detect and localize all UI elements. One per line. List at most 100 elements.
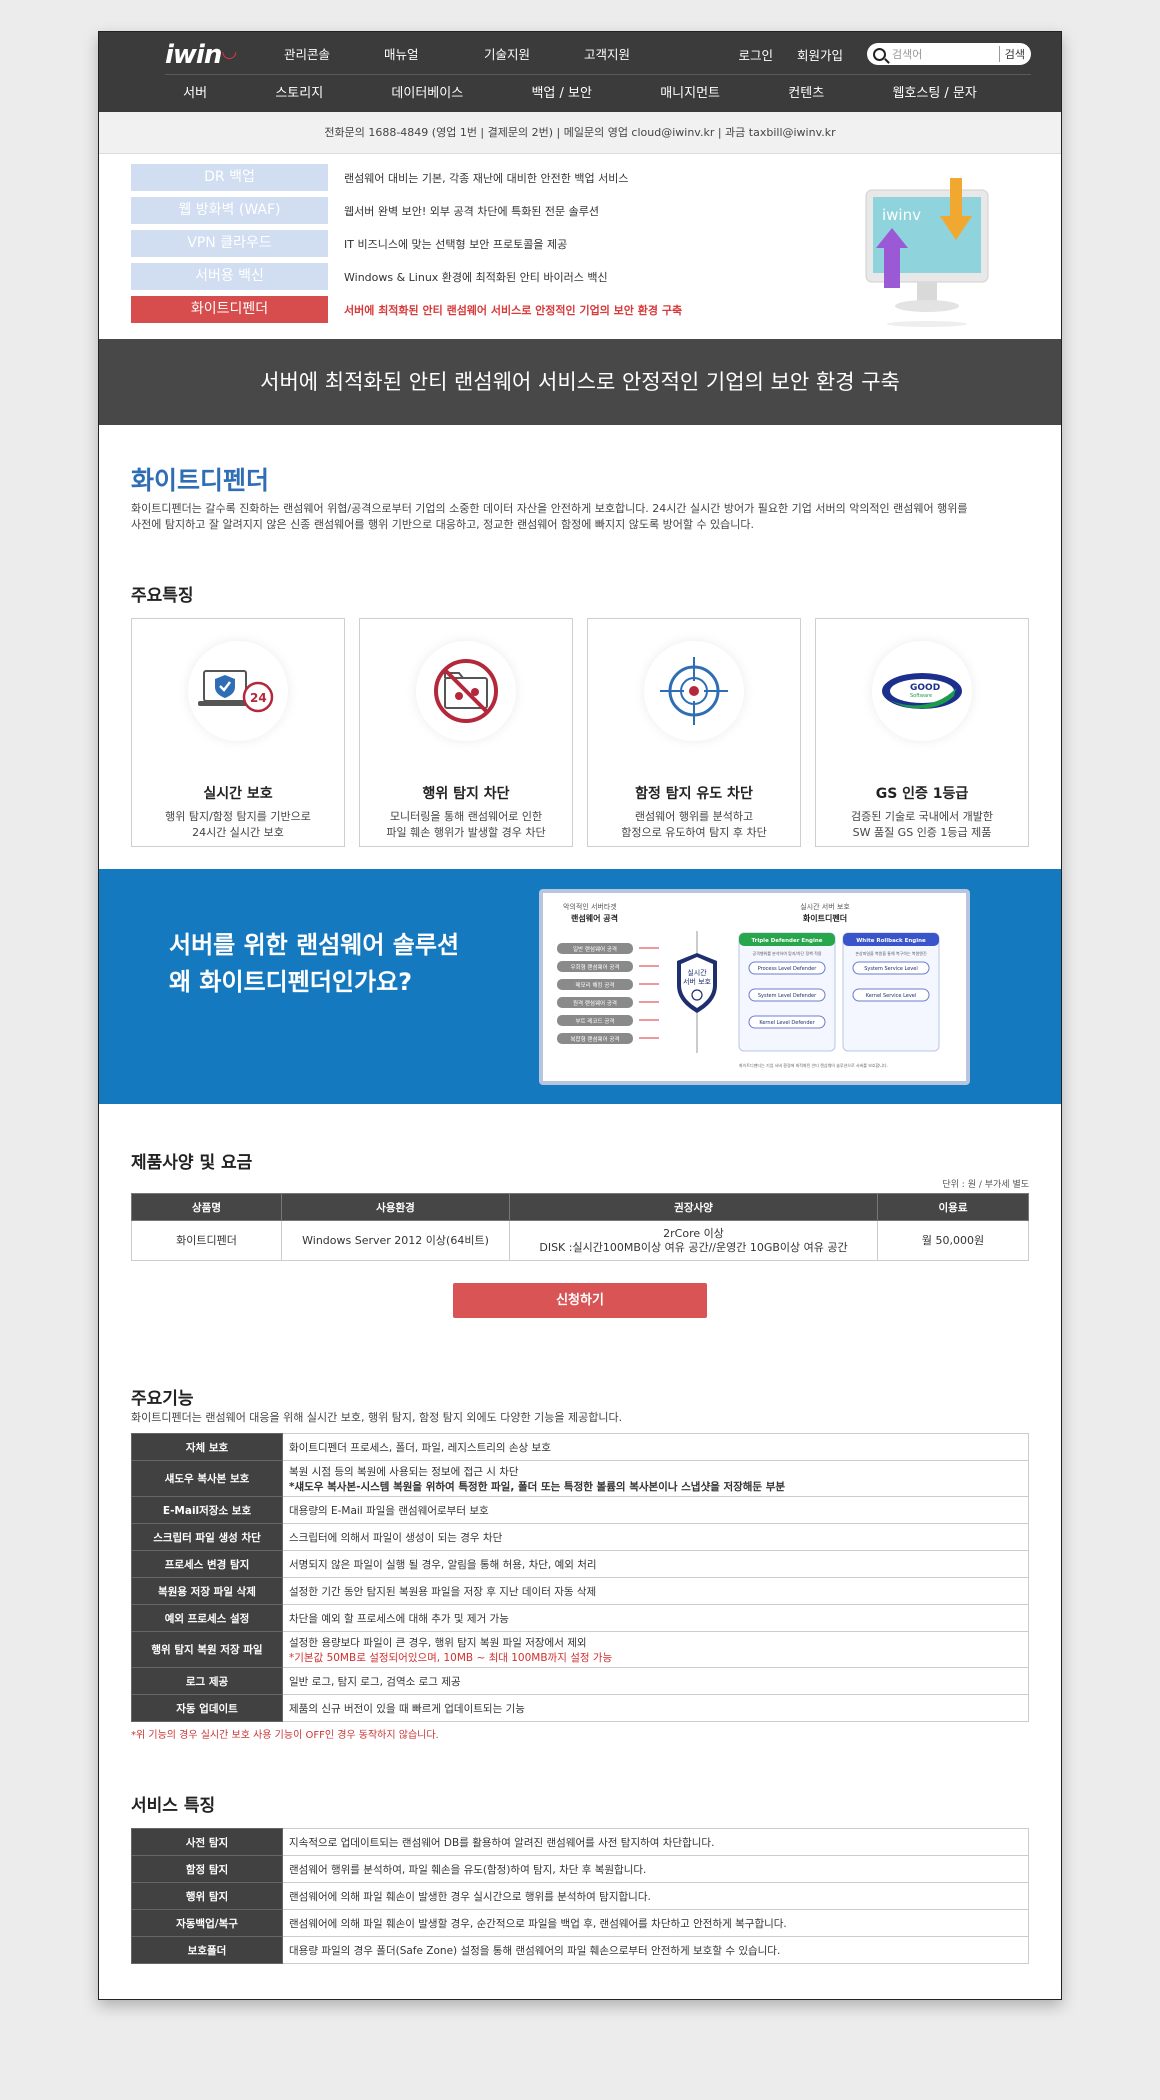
nav-backup-security[interactable]: 백업 / 보안 (531, 82, 592, 101)
folder-block-icon (434, 659, 498, 723)
feature-icon-wrap: 24 (188, 641, 288, 741)
feature-desc-line: SW 품질 GS 인증 1등급 제품 (852, 826, 992, 839)
nav-server[interactable]: 서버 (183, 82, 207, 101)
row-value: 복원 시점 등의 복원에 사용되는 정보에 접근 시 차단 *섀도우 복사본-시스… (282, 1460, 1029, 1497)
row-value-note: *기본값 50MB로 설정되어있으며, 10MB ~ 최대 100MB까지 설정… (289, 1651, 613, 1664)
main-nav: 서버 스토리지 데이터베이스 백업 / 보안 매니지먼트 컨텐츠 웹호스팅 / … (99, 82, 1061, 101)
header-divider (165, 74, 1031, 75)
row-value: 서명되지 않은 파일이 실행 될 경우, 알림을 통해 허용, 차단, 예외 처… (282, 1550, 1029, 1578)
defense-diagram-svg: 악의적인 서버타겟 랜섬웨어 공격 일반 랜섬웨어 공격 우회형 랜섬웨어 공격… (557, 902, 940, 1068)
product-tab-vpn[interactable]: VPN 클라우드 (131, 230, 328, 257)
spec-cell-env: Windows Server 2012 이상(64비트) (281, 1220, 510, 1261)
engine-title: White Rollback Engine (856, 938, 926, 944)
feature-desc: 행위 탐지/함정 탐지를 기반으로 24시간 실시간 보호 (132, 809, 344, 841)
functions-table: 자체 보호 화이트디펜더 프로세스, 폴더, 파일, 레지스트리의 손상 보호 섀도… (131, 1433, 1029, 1722)
product-desc: 웹서버 완벽 보안! 외부 공격 차단에 특화된 전문 솔루션 (344, 204, 600, 218)
row-key: 자동백업/복구 (131, 1909, 283, 1937)
functions-title: 주요기능 (131, 1389, 194, 1409)
row-value-line: 랜섬웨어에 의해 파일 훼손이 발생할 경우, 순간적으로 파일을 백업 후, … (289, 1917, 787, 1930)
feature-desc: 랜섬웨어 행위를 분석하고 함정으로 유도하여 탐지 후 차단 (588, 809, 800, 841)
table-row: E-Mail저장소 보호 대용량의 E-Mail 파일을 랜섬웨어로부터 보호 (131, 1496, 1029, 1524)
why-section: 서버를 위한 랜섬웨어 솔루션 왜 화이트디펜더인가요? 악의적인 서버타겟 랜… (99, 869, 1061, 1104)
spec-header: 상품명 (131, 1193, 282, 1221)
intro-text: 화이트디펜더는 갈수록 진화하는 랜섬웨어 위협/공격으로부터 기업의 소중한 … (131, 501, 1029, 533)
table-row: 자동백업/복구 랜섬웨어에 의해 파일 훼손이 발생할 경우, 순간적으로 파일을… (131, 1909, 1029, 1937)
row-key: 복원용 저장 파일 삭제 (131, 1577, 283, 1605)
row-value: 랜섬웨어에 의해 파일 훼손이 발생한 경우 실시간으로 행위를 분석하여 탐지… (282, 1882, 1029, 1910)
table-row: 예외 프로세스 설정 차단을 예외 할 프로세스에 대해 추가 및 제거 가능 (131, 1604, 1029, 1632)
spec-header: 권장사양 (509, 1193, 878, 1221)
row-value: 스크립터에 의해서 파일이 생성이 되는 경우 차단 (282, 1523, 1029, 1551)
intro-title: 화이트디펜더 (131, 466, 270, 495)
table-row: 복원용 저장 파일 삭제 설정한 기간 동안 탐지된 복원용 파일을 저장 후 지… (131, 1577, 1029, 1605)
spec-table: 상품명 사용환경 권장사양 이용료 화이트디펜더 Windows Server … (131, 1193, 1029, 1261)
row-value-line: 서명되지 않은 파일이 실행 될 경우, 알림을 통해 허용, 차단, 예외 처… (289, 1558, 597, 1571)
defense-diagram: 악의적인 서버타겟 랜섬웨어 공격 일반 랜섬웨어 공격 우회형 랜섬웨어 공격… (539, 889, 970, 1085)
row-key: 사전 탐지 (131, 1828, 283, 1856)
table-row: 화이트디펜더 Windows Server 2012 이상(64비트) 2rCo… (131, 1220, 1029, 1261)
search-input[interactable]: 검색어 (892, 46, 999, 62)
top-menu-customer-support[interactable]: 고객지원 (584, 44, 684, 63)
spec-req-line: DISK :실시간100MB이상 여유 공간//운영간 10GB이상 여유 공간 (539, 1240, 848, 1254)
attack-label: 복합형 랜섬웨어 공격 (570, 1035, 619, 1043)
search-button[interactable]: 검색 (998, 46, 1025, 62)
feature-cards: 24 실시간 보호 행위 탐지/함정 탐지를 기반으로 24시간 실시간 보호 (131, 618, 1029, 847)
product-row: 서버용 백신 Windows & Linux 환경에 최적화된 안티 바이러스 … (131, 263, 608, 290)
table-row: 자동 업데이트 제품의 신규 버전이 있을 때 빠르게 업데이트되는 기능 (131, 1694, 1029, 1722)
login-link[interactable]: 로그인 (738, 45, 773, 64)
table-row: 섀도우 복사본 보호 복원 시점 등의 복원에 사용되는 정보에 접근 시 차단 *… (131, 1460, 1029, 1497)
svg-text:24: 24 (250, 691, 267, 705)
target-icon (660, 657, 728, 725)
top-menu-console[interactable]: 관리콘솔 (284, 44, 384, 63)
top-menu-manual[interactable]: 매뉴얼 (384, 44, 484, 63)
product-tab-vaccine[interactable]: 서버용 백신 (131, 263, 328, 290)
row-key: 프로세스 변경 탐지 (131, 1550, 283, 1578)
search-icon (873, 47, 886, 61)
gs-logo-sub: Software (910, 693, 932, 699)
row-value: 제품의 신규 버전이 있을 때 빠르게 업데이트되는 기능 (282, 1694, 1029, 1722)
row-value: 설정한 기간 동안 탐지된 복원용 파일을 저장 후 지난 데이터 자동 삭제 (282, 1577, 1029, 1605)
product-desc: IT 비즈니스에 맞는 선택형 보안 프로토콜을 제공 (344, 237, 568, 251)
row-value-line: 일반 로그, 탐지 로그, 검역소 로그 제공 (289, 1675, 461, 1688)
apply-button[interactable]: 신청하기 (453, 1283, 707, 1318)
features-title: 주요특징 (131, 586, 194, 606)
logo[interactable]: iwin◡ (165, 40, 236, 70)
product-tab-dr-backup[interactable]: DR 백업 (131, 164, 328, 191)
product-tab-white-defender[interactable]: 화이트디펜더 (131, 296, 328, 323)
engine-level: System Service Level (864, 966, 918, 972)
service-title: 서비스 특징 (131, 1796, 216, 1816)
top-menu-tech-support[interactable]: 기술지원 (484, 44, 584, 63)
smile-icon: ◡ (222, 41, 236, 62)
feature-desc-line: 함정으로 유도하여 탐지 후 차단 (621, 826, 767, 839)
spec-cell-fee: 월 50,000원 (877, 1220, 1029, 1261)
nav-management[interactable]: 매니지먼트 (660, 82, 720, 101)
row-value: 차단을 예외 할 프로세스에 대해 추가 및 제거 가능 (282, 1604, 1029, 1632)
nav-contents[interactable]: 컨텐츠 (788, 82, 824, 101)
feature-desc: 모니터링을 통해 랜섬웨어로 인한 파일 훼손 행위가 발생할 경우 차단 (360, 809, 572, 841)
row-value: 일반 로그, 탐지 로그, 검역소 로그 제공 (282, 1667, 1029, 1695)
nav-storage[interactable]: 스토리지 (275, 82, 323, 101)
spec-header-row: 상품명 사용환경 권장사양 이용료 (131, 1193, 1029, 1221)
product-tab-waf[interactable]: 웹 방화벽 (WAF) (131, 197, 328, 224)
nav-webhosting-sms[interactable]: 웹호스팅 / 문자 (892, 82, 976, 101)
search-box: 검색어 검색 (867, 43, 1031, 65)
table-row: 자체 보호 화이트디펜더 프로세스, 폴더, 파일, 레지스트리의 손상 보호 (131, 1433, 1029, 1461)
table-row: 로그 제공 일반 로그, 탐지 로그, 검역소 로그 제공 (131, 1667, 1029, 1695)
row-value: 랜섬웨어 행위를 분석하여, 파일 훼손을 유도(함정)하여 탐지, 차단 후 … (282, 1855, 1029, 1883)
row-key: 행위 탐지 (131, 1882, 283, 1910)
feature-icon-wrap: GOOD Software (872, 641, 972, 741)
functions-section: 주요기능 화이트디펜더는 랜섬웨어 대응을 위해 실시간 보호, 행위 탐지, … (99, 1318, 1061, 1741)
monitor-illustration: iwinv (865, 178, 989, 327)
row-value-line: 랜섬웨어 행위를 분석하여, 파일 훼손을 유도(함정)하여 탐지, 차단 후 … (289, 1863, 647, 1876)
table-row: 스크립터 파일 생성 차단 스크립터에 의해서 파일이 생성이 되는 경우 차단 (131, 1523, 1029, 1551)
row-value: 대용량 파일의 경우 폴더(Safe Zone) 설정을 통해 랜섬웨어의 파일… (282, 1936, 1029, 1964)
spec-header: 이용료 (877, 1193, 1029, 1221)
contact-info: 전화문의 1688-4849 (영업 1번 | 결제문의 2번) | 메일문의 … (99, 112, 1061, 154)
signup-link[interactable]: 회원가입 (797, 45, 843, 64)
product-desc: Windows & Linux 환경에 최적화된 안티 바이러스 백신 (344, 270, 608, 284)
engine-level: Process Level Defender (758, 966, 818, 972)
product-row: 화이트디펜더 서버에 최적화된 안티 랜섬웨어 서비스로 안정적인 기업의 보안… (131, 296, 682, 323)
feature-card: GOOD Software GS 인증 1등급 검증된 기술로 국내에서 개발한… (815, 618, 1029, 847)
nav-database[interactable]: 데이터베이스 (391, 82, 463, 101)
row-value-line: 대용량의 E-Mail 파일을 랜섬웨어로부터 보호 (289, 1504, 489, 1517)
